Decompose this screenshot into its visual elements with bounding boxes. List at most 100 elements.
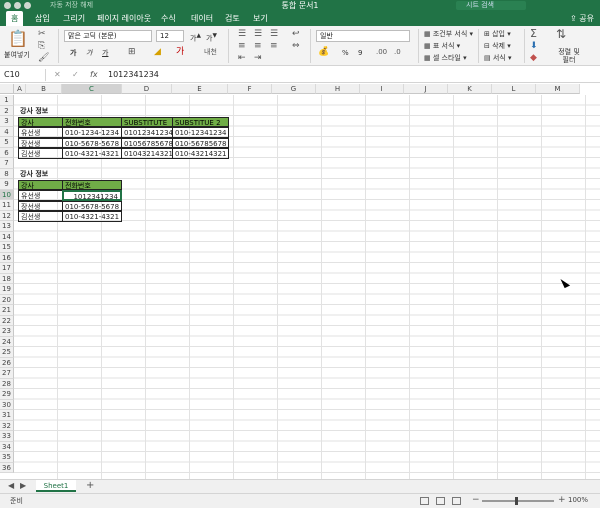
paste-icon[interactable]: 📋	[8, 30, 28, 48]
tab-draw[interactable]: 그리기	[58, 11, 90, 26]
insert-cells-button[interactable]: ⊞ 삽입 ▾	[484, 29, 511, 39]
row-header[interactable]: 27	[0, 368, 14, 379]
merge-center-icon[interactable]: ⇔	[292, 41, 300, 51]
column-header[interactable]: K	[448, 84, 492, 94]
font-size-select[interactable]: 12	[156, 30, 184, 42]
row-header[interactable]: 24	[0, 336, 14, 347]
font-color-icon[interactable]: 가	[176, 47, 184, 57]
row-header[interactable]: 19	[0, 284, 14, 295]
row-header[interactable]: 5	[0, 137, 14, 148]
table1-header[interactable]: 강사	[18, 116, 63, 127]
align-center-icon[interactable]: ≡	[254, 41, 262, 51]
clear-icon[interactable]: ◆	[530, 53, 537, 63]
column-header[interactable]: L	[492, 84, 536, 94]
fill-icon[interactable]: ⬇	[530, 41, 538, 51]
row-header[interactable]: 7	[0, 158, 14, 169]
tab-home[interactable]: 홈	[6, 11, 24, 26]
row-header[interactable]: 28	[0, 378, 14, 389]
row-header[interactable]: 12	[0, 210, 14, 221]
align-top-icon[interactable]: ☰	[238, 29, 246, 39]
row-header[interactable]: 6	[0, 147, 14, 158]
table1-cell[interactable]: 01012341234	[121, 127, 173, 138]
zoom-out-icon[interactable]: −	[472, 495, 480, 505]
row-header[interactable]: 33	[0, 431, 14, 442]
table1-cell[interactable]: 01056785678	[121, 137, 173, 148]
cancel-icon[interactable]: ✕	[54, 69, 61, 81]
row-header[interactable]: 23	[0, 326, 14, 337]
row-header[interactable]: 18	[0, 273, 14, 284]
row-header[interactable]: 26	[0, 357, 14, 368]
borders-icon[interactable]: ⊞	[128, 47, 136, 57]
table1-cell[interactable]: 김선생	[18, 148, 63, 159]
row-header[interactable]: 4	[0, 126, 14, 137]
row-header[interactable]: 22	[0, 315, 14, 326]
row-header[interactable]: 3	[0, 116, 14, 127]
tab-formulas[interactable]: 수식	[156, 11, 181, 26]
cell-style-button[interactable]: ▦ 셀 스타일 ▾	[424, 53, 467, 63]
decrease-font-button[interactable]: 가▼	[206, 31, 217, 43]
increase-decimal-icon[interactable]: .00	[376, 47, 387, 57]
page-layout-view-icon[interactable]	[436, 497, 445, 505]
normal-view-icon[interactable]	[420, 497, 429, 505]
currency-icon[interactable]: 💰	[318, 47, 329, 57]
row-header[interactable]: 21	[0, 305, 14, 316]
confirm-icon[interactable]: ✓	[72, 69, 79, 81]
sheet-tab-sheet1[interactable]: Sheet1	[36, 480, 76, 492]
table1-cell[interactable]: 01043214321	[121, 148, 173, 159]
prev-sheet-icon[interactable]: ◀	[8, 481, 14, 491]
conditional-format-button[interactable]: ▦ 조건부 서식 ▾	[424, 29, 473, 39]
column-header[interactable]: M	[536, 84, 580, 94]
row-header[interactable]: 13	[0, 221, 14, 232]
table2-title[interactable]: 강사 정보	[18, 169, 78, 180]
table2-header[interactable]: 강사	[18, 179, 63, 190]
column-header[interactable]: C	[62, 84, 122, 94]
underline-button[interactable]: 가	[102, 48, 108, 58]
table1-header[interactable]: SUBSTITUE 2	[172, 116, 229, 127]
column-header[interactable]: H	[316, 84, 360, 94]
table2-cell[interactable]: 010-5678-5678	[62, 200, 122, 211]
sheet-search-input[interactable]: 시트 검색	[456, 1, 526, 10]
table2-cell[interactable]: 장선생	[18, 200, 63, 211]
table1-cell[interactable]: 장선생	[18, 137, 63, 148]
row-header[interactable]: 16	[0, 252, 14, 263]
tab-insert[interactable]: 삽입	[30, 11, 55, 26]
column-header[interactable]: J	[404, 84, 448, 94]
row-header[interactable]: 9	[0, 179, 14, 190]
next-sheet-icon[interactable]: ▶	[20, 481, 26, 491]
column-header[interactable]: F	[228, 84, 272, 94]
fill-color-icon[interactable]: ◢	[154, 47, 161, 57]
row-header[interactable]: 2	[0, 105, 14, 116]
column-header[interactable]: B	[26, 84, 62, 94]
italic-button[interactable]: 가	[86, 48, 92, 58]
row-header[interactable]: 35	[0, 452, 14, 463]
zoom-in-icon[interactable]: +	[558, 495, 566, 505]
percent-button[interactable]: %	[342, 48, 349, 58]
row-header[interactable]: 30	[0, 399, 14, 410]
column-header[interactable]: D	[122, 84, 172, 94]
table1-cell[interactable]: 010-56785678	[172, 137, 229, 148]
tab-page-layout[interactable]: 페이지 레이아웃	[92, 11, 156, 26]
column-header[interactable]: E	[172, 84, 228, 94]
column-header[interactable]: G	[272, 84, 316, 94]
name-box[interactable]: C10	[2, 69, 46, 81]
table1-cell[interactable]: 010-5678-5678	[62, 137, 122, 148]
font-name-select[interactable]: 맑은 고딕 (본문)	[64, 30, 152, 42]
table1-cell[interactable]: 유선생	[18, 127, 63, 138]
tab-review[interactable]: 검토	[220, 11, 245, 26]
row-header[interactable]: 20	[0, 294, 14, 305]
align-bottom-icon[interactable]: ☰	[270, 29, 278, 39]
row-header[interactable]: 15	[0, 242, 14, 253]
align-left-icon[interactable]: ≡	[238, 41, 246, 51]
share-button[interactable]: ⇪ 공유	[570, 11, 594, 26]
table1-cell[interactable]: 010-1234-1234	[62, 127, 122, 138]
row-header[interactable]: 29	[0, 389, 14, 400]
indent-increase-icon[interactable]: ⇥	[254, 53, 262, 63]
decrease-decimal-icon[interactable]: .0	[394, 47, 401, 57]
zoom-slider[interactable]	[482, 500, 554, 502]
comma-button[interactable]: 9	[358, 48, 362, 58]
autosum-icon[interactable]: Σ	[530, 28, 537, 39]
copy-icon[interactable]: ⎘	[38, 41, 45, 51]
row-header[interactable]: 17	[0, 263, 14, 274]
table-format-button[interactable]: ▦ 표 서식 ▾	[424, 41, 460, 51]
sort-filter-label[interactable]: 정렬 및 필터	[554, 48, 584, 64]
